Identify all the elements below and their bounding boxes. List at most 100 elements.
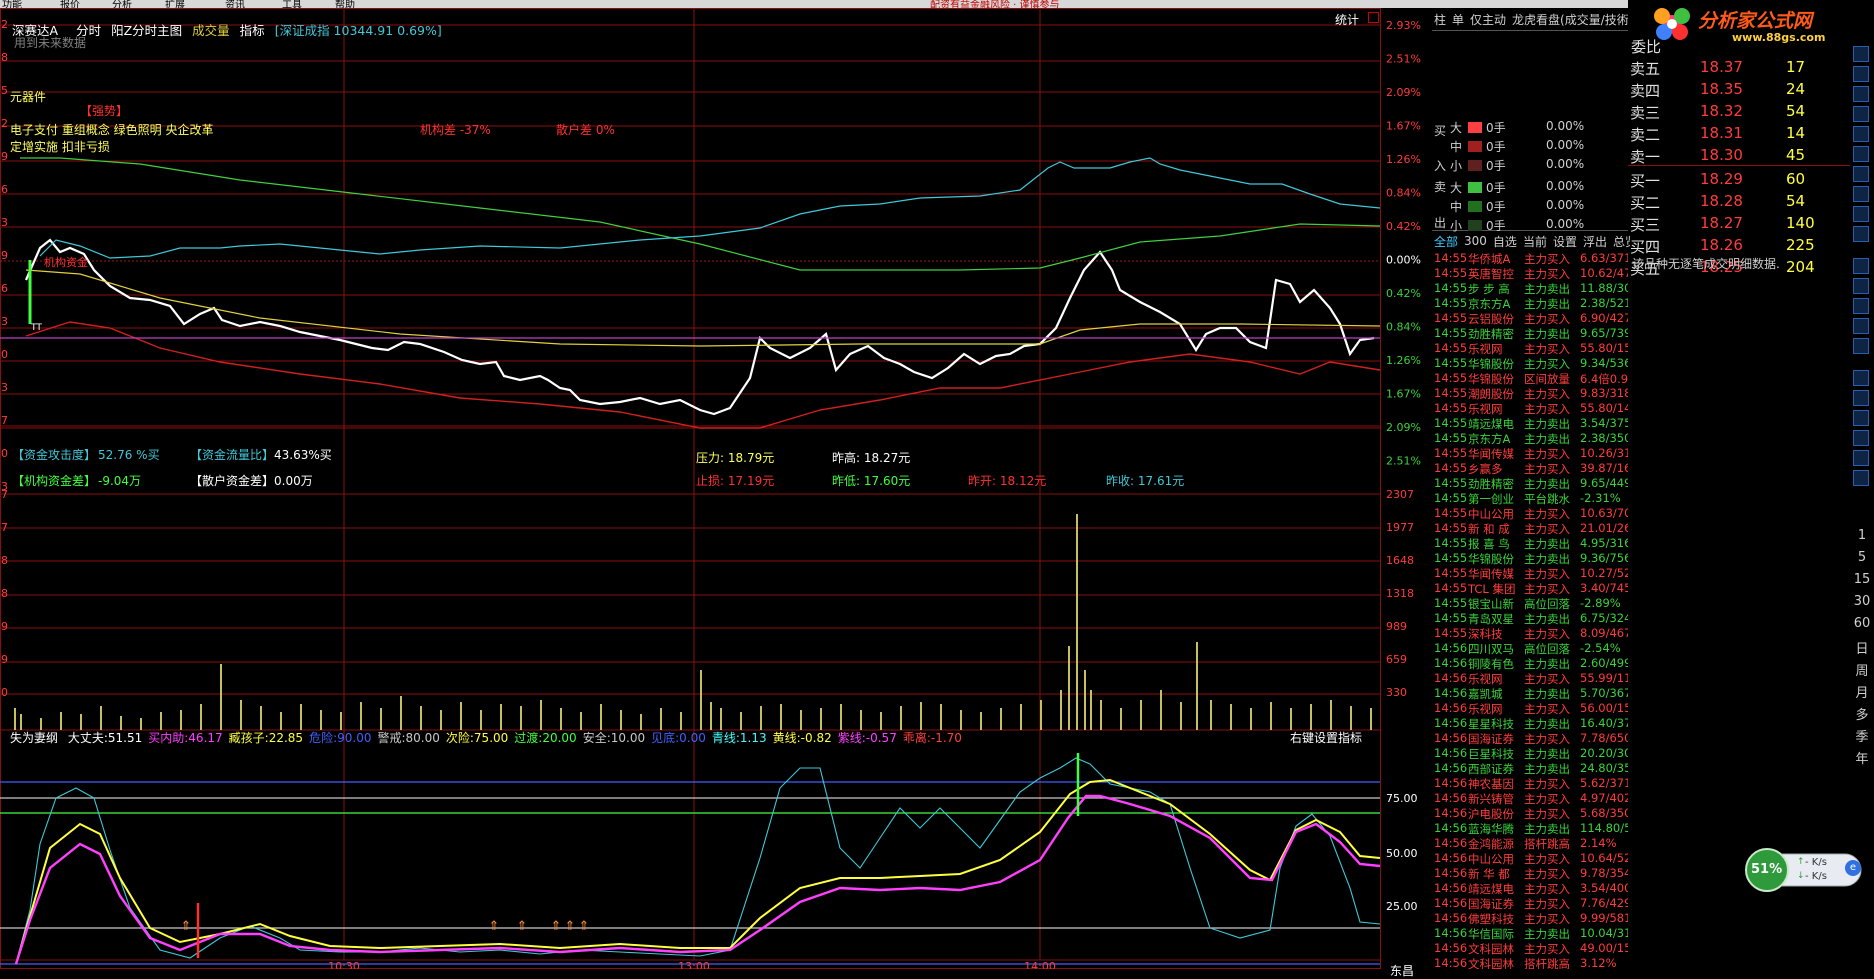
ticker-row[interactable]: 14:55乐视网 主力买入 55.80/150: [1432, 341, 1628, 356]
menu-item-analysis[interactable]: 分析: [112, 0, 132, 8]
ticker-row[interactable]: 14:56 文科园林 主力买入 49.00/15: [1432, 941, 1628, 956]
book-icon[interactable]: [1853, 206, 1869, 222]
grid-icon[interactable]: [1853, 106, 1869, 122]
f10-icon[interactable]: [1853, 450, 1869, 466]
bar-chart-icon[interactable]: [1853, 126, 1869, 142]
ticker-row[interactable]: 14:56 西部证券 主力卖出 24.80/35: [1432, 761, 1628, 776]
list-icon[interactable]: [1853, 166, 1869, 182]
ticker-row[interactable]: 14:55 深科技 主力买入 8.09/467: [1432, 626, 1628, 641]
chart-area[interactable]: 2.93% 2.51% 2.09% 1.67% 1.26% 0.84% 0.42% 0.00%…: [0, 8, 1432, 978]
ticker-row[interactable]: 14:55 中山公用 主力买入 10.63/70: [1432, 506, 1628, 521]
ticker-row[interactable]: 14:56 铜陵有色 主力卖出 2.60/499: [1432, 656, 1628, 671]
ticker-row[interactable]: 14:55 步 步 高主力卖出 11.88/30: [1432, 281, 1628, 296]
pencil-icon[interactable]: [1853, 430, 1869, 446]
filter-all[interactable]: 全部: [1434, 233, 1458, 250]
tab-volume[interactable]: 成交量: [192, 20, 230, 39]
period-button[interactable]: 日: [1850, 638, 1874, 657]
tab-order[interactable]: 单: [1452, 11, 1464, 28]
tab-active-only[interactable]: 仅主动: [1470, 11, 1506, 28]
ticker-row[interactable]: 14:56 国海证券 主力买入 7.78/650: [1432, 731, 1628, 746]
ticker-row[interactable]: 14:56 星星科技 主力卖出 16.40/37: [1432, 716, 1628, 731]
ticker-row[interactable]: 14:56 新兴铸管 主力买入 4.97/402: [1432, 791, 1628, 806]
wave-chart-icon[interactable]: [1853, 390, 1869, 406]
filter-watchlist[interactable]: 自选: [1493, 233, 1517, 250]
tab-bar[interactable]: 柱: [1434, 11, 1446, 28]
network-speed-badge[interactable]: 51% ↑ - K/s ↓ - K/s e: [1745, 846, 1863, 892]
menu-item-news[interactable]: 资讯: [225, 0, 245, 8]
ticker-row[interactable]: 14:56 蓝海华腾 主力卖出 114.80/5: [1432, 821, 1628, 836]
ticker-list[interactable]: 14:55 华侨城A 主力买入 6.63/371 14:55 英唐智控 主力买入 10.62/…: [1432, 251, 1628, 969]
ticker-row[interactable]: 14:55 云铝股份 主力买入 6.90/427: [1432, 311, 1628, 326]
ticker-row[interactable]: 14:55 新 和 成主力买入 21.01/26: [1432, 521, 1628, 536]
ticker-row[interactable]: 14:55 报 喜 鸟主力卖出 4.95/316: [1432, 536, 1628, 551]
filter-float[interactable]: 浮出: [1583, 233, 1607, 250]
line-chart-icon[interactable]: [1853, 370, 1869, 386]
grid-2-icon[interactable]: [1853, 226, 1869, 242]
cycle-icon[interactable]: [1853, 338, 1869, 354]
ticker-row[interactable]: 14:55 潮朗股份 主力买入 9.83/318: [1432, 386, 1628, 401]
ticker-row[interactable]: 14:55 第一创业 平台跳水 -2.31%: [1432, 491, 1628, 506]
up-arrow-icon[interactable]: [1853, 46, 1869, 62]
filter-settings[interactable]: 设置: [1553, 233, 1577, 250]
period-button[interactable]: 月: [1850, 682, 1874, 701]
bell-icon[interactable]: [1853, 470, 1869, 486]
ticker-row[interactable]: 14:56 文科园林 搭杆跳高 3.12%: [1432, 956, 1628, 969]
ticker-row[interactable]: 14:56 佛塑科技 主力买入 9.99/581: [1432, 911, 1628, 926]
ticker-row[interactable]: 14:56 嘉凯城 主力卖出 5.70/367: [1432, 686, 1628, 701]
ticker-row[interactable]: 14:55 英唐智控 主力买入 10.62/47: [1432, 266, 1628, 281]
filter-current[interactable]: 当前: [1523, 233, 1547, 250]
period-button[interactable]: 年: [1850, 748, 1874, 767]
menu-item-extend[interactable]: 扩展: [165, 0, 185, 8]
stats-button[interactable]: 统计: [1335, 11, 1359, 28]
stats-toggle-icon[interactable]: [1368, 12, 1379, 23]
ticker-row[interactable]: 14:56 乐视网 主力买入 55.99/11: [1432, 671, 1628, 686]
menu-item-function[interactable]: 功能: [2, 0, 22, 8]
chart-3-icon[interactable]: [1853, 298, 1869, 314]
menu-item-help[interactable]: 帮助: [335, 0, 355, 8]
down-arrow-icon[interactable]: [1853, 66, 1869, 82]
ticker-row[interactable]: 14:55 华侨城A 主力买入 6.63/371: [1432, 251, 1628, 266]
ticker-row[interactable]: 14:56 国海证券 主力买入 7.76/429: [1432, 896, 1628, 911]
ticker-row[interactable]: 14:55 劲胜精密 主力卖出 9.65/739: [1432, 326, 1628, 341]
ticker-row[interactable]: 14:56 金鸿能源 搭杆跳高 2.14%: [1432, 836, 1628, 851]
ticker-row[interactable]: 14:55 银宝山新 高位回落 -2.89%: [1432, 596, 1628, 611]
monitor-icon[interactable]: [1853, 410, 1869, 426]
box-icon[interactable]: [1853, 278, 1869, 294]
ticker-row[interactable]: 14:55 劲胜精密 主力卖出 9.65/449: [1432, 476, 1628, 491]
tab-dragon-tiger[interactable]: 龙虎看盘(成交量/技術: [1512, 11, 1629, 28]
ticker-row[interactable]: 14:56 四川双马 高位回落 -2.54%: [1432, 641, 1628, 656]
ticker-row[interactable]: 14:56 华信国际 主力卖出 10.04/31: [1432, 926, 1628, 941]
period-button[interactable]: 1: [1850, 528, 1874, 543]
ticker-row[interactable]: 14:56 中山公用 主力买入 10.64/52: [1432, 851, 1628, 866]
period-button[interactable]: 周: [1850, 660, 1874, 679]
ticker-row[interactable]: 14:56 靖远煤电 主力买入 3.54/400: [1432, 881, 1628, 896]
ticker-row[interactable]: 14:56 神农基因 主力买入 5.62/371: [1432, 776, 1628, 791]
menu-item-tools[interactable]: 工具: [282, 0, 302, 8]
filter-300[interactable]: 300: [1464, 234, 1487, 248]
ticker-row[interactable]: 14:55 华闻传媒 主力买入 10.27/52: [1432, 566, 1628, 581]
window-icon[interactable]: [1853, 86, 1869, 102]
ticker-row[interactable]: 14:56 沪电股份 主力买入 5.68/350: [1432, 806, 1628, 821]
ticker-row[interactable]: 14:55 TCL 集团 主力买入 3.40/745: [1432, 581, 1628, 596]
period-button[interactable]: 多: [1850, 704, 1874, 723]
period-button[interactable]: 60: [1850, 616, 1874, 631]
function-icon[interactable]: [1853, 258, 1869, 274]
trend-chart-icon[interactable]: [1853, 186, 1869, 202]
ticker-row[interactable]: 14:56 乐视网 主力买入 56.00/15: [1432, 701, 1628, 716]
menu-item-quote[interactable]: 报价: [60, 0, 80, 8]
tab-main-chart[interactable]: 阳Z分时主图: [111, 20, 182, 39]
period-button[interactable]: 30: [1850, 594, 1874, 609]
ticker-row[interactable]: 14:56 新 华 都主力买入 9.78/354: [1432, 866, 1628, 881]
ticker-row[interactable]: 14:55 华锦股份 主力卖出 9.36/756: [1432, 551, 1628, 566]
indicator-name[interactable]: 失为妻纲: [10, 731, 58, 745]
period-button[interactable]: 5: [1850, 550, 1874, 565]
period-button[interactable]: 季: [1850, 726, 1874, 745]
ticker-row[interactable]: 14:55 华锦股份 主力买入 9.34/536: [1432, 356, 1628, 371]
ticker-row[interactable]: 14:55 京东方A 主力卖出 2.38/350: [1432, 431, 1628, 446]
chart-4-icon[interactable]: [1853, 318, 1869, 334]
ticker-row[interactable]: 14:55京东方A 主力卖出 2.38/5218: [1432, 296, 1628, 311]
tab-indicator[interactable]: 指标: [240, 20, 265, 39]
period-button[interactable]: 15: [1850, 572, 1874, 587]
indicator-settings[interactable]: 右键设置指标: [1290, 729, 1362, 746]
ticker-row[interactable]: 14:55 乐视网 主力买入 55.80/14: [1432, 401, 1628, 416]
